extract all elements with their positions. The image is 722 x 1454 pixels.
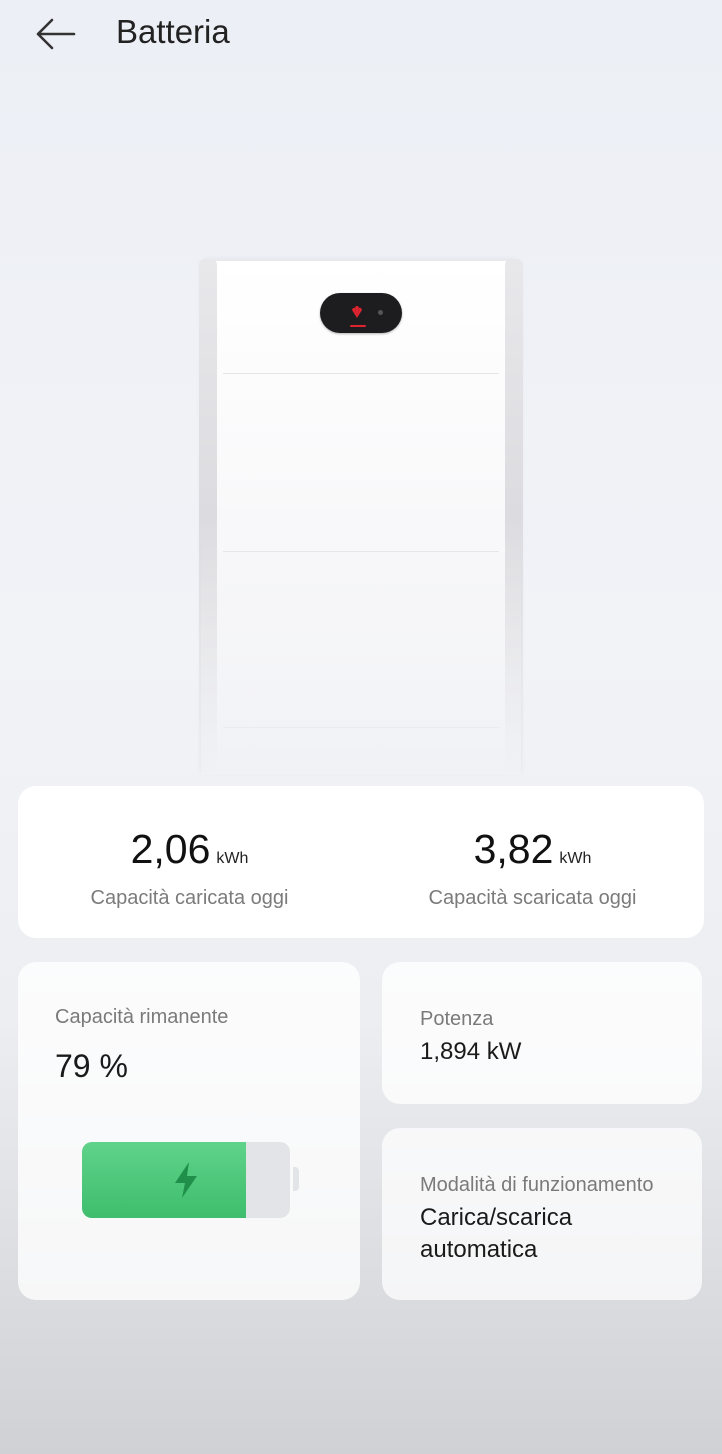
charged-today-value: 2,06 bbox=[130, 826, 211, 872]
discharged-today-stat: 3,82 kWh Capacità scaricata oggi bbox=[361, 826, 704, 910]
charged-today-unit: kWh bbox=[216, 850, 249, 867]
operating-mode-value-line1: Carica/scarica bbox=[420, 1204, 573, 1231]
battery-rail-left bbox=[199, 259, 217, 775]
status-led bbox=[378, 310, 383, 315]
battery-illustration bbox=[195, 255, 527, 775]
discharged-today-unit: kWh bbox=[559, 850, 592, 867]
battery-indicator-display bbox=[320, 293, 402, 333]
display-accent-line bbox=[350, 325, 366, 327]
operating-mode-card: Modalità di funzionamento Carica/scarica… bbox=[382, 1128, 702, 1300]
remaining-capacity-value: 79 % bbox=[55, 1048, 128, 1084]
battery-level-fill bbox=[82, 1142, 247, 1218]
battery-rail-right bbox=[505, 259, 523, 775]
power-card: Potenza 1,894 kW bbox=[382, 962, 702, 1104]
battery-terminal bbox=[293, 1167, 299, 1191]
lightning-bolt-icon bbox=[175, 1162, 197, 1198]
charged-today-label: Capacità caricata oggi bbox=[90, 887, 289, 909]
page-title: Batteria bbox=[116, 13, 230, 50]
power-label: Potenza bbox=[420, 1008, 494, 1030]
back-arrow-icon[interactable] bbox=[30, 12, 80, 56]
huawei-logo-icon bbox=[352, 306, 362, 318]
charged-today-stat: 2,06 kWh Capacità caricata oggi bbox=[18, 826, 361, 910]
discharged-today-value: 3,82 bbox=[473, 826, 554, 872]
operating-mode-label: Modalità di funzionamento bbox=[420, 1174, 654, 1196]
daily-capacity-card: 2,06 kWh Capacità caricata oggi 3,82 kWh C… bbox=[18, 786, 704, 938]
battery-module-seam bbox=[223, 551, 499, 552]
remaining-capacity-label: Capacità rimanente bbox=[55, 1006, 229, 1028]
battery-level-icon bbox=[82, 1142, 290, 1218]
discharged-today-label: Capacità scaricata oggi bbox=[428, 887, 637, 909]
battery-module-seam bbox=[223, 373, 499, 374]
battery-module-seam bbox=[223, 727, 499, 728]
remaining-capacity-card: Capacità rimanente 79 % bbox=[18, 962, 360, 1300]
battery-body bbox=[201, 261, 521, 775]
app-header: Batteria bbox=[0, 0, 722, 70]
power-value: 1,894 kW bbox=[420, 1038, 522, 1065]
operating-mode-value-line2: automatica bbox=[420, 1236, 538, 1263]
